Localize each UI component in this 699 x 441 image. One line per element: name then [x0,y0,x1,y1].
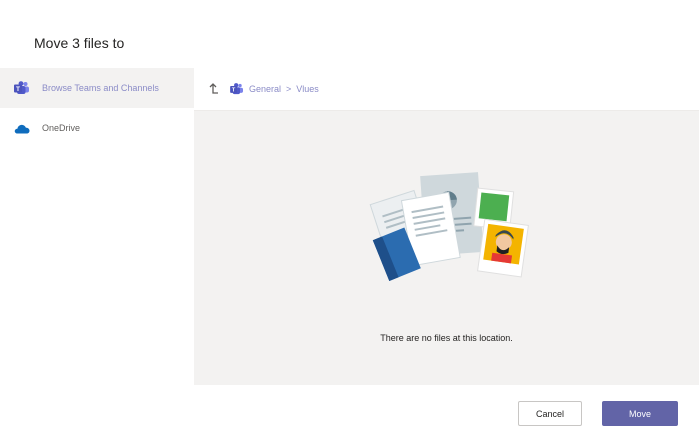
sidebar-item-browse-teams[interactable]: T Browse Teams and Channels [0,68,194,108]
up-arrow-icon[interactable] [208,83,220,95]
cancel-button[interactable]: Cancel [518,401,582,426]
empty-files-illustration [357,166,537,286]
empty-state-message: There are no files at this location. [380,333,513,343]
svg-text:T: T [232,88,236,94]
move-button[interactable]: Move [602,401,678,426]
breadcrumb-item-current[interactable]: Vlues [296,84,319,94]
sidebar-item-onedrive[interactable]: OneDrive [0,108,194,148]
teams-icon: T [14,80,30,96]
onedrive-icon [14,120,30,136]
breadcrumb-item-general[interactable]: General [249,84,281,94]
sidebar-item-label: OneDrive [42,123,81,133]
svg-text:T: T [16,86,20,93]
breadcrumb: T General > Vlues [194,68,699,111]
dialog-title: Move 3 files to [34,35,125,51]
location-sidebar: T Browse Teams and Channels OneDrive [0,68,194,388]
teams-icon: T [230,82,244,96]
sidebar-item-label: Browse Teams and Channels [42,83,159,93]
file-browser-panel: There are no files at this location. [194,111,699,385]
breadcrumb-separator: > [286,84,292,94]
